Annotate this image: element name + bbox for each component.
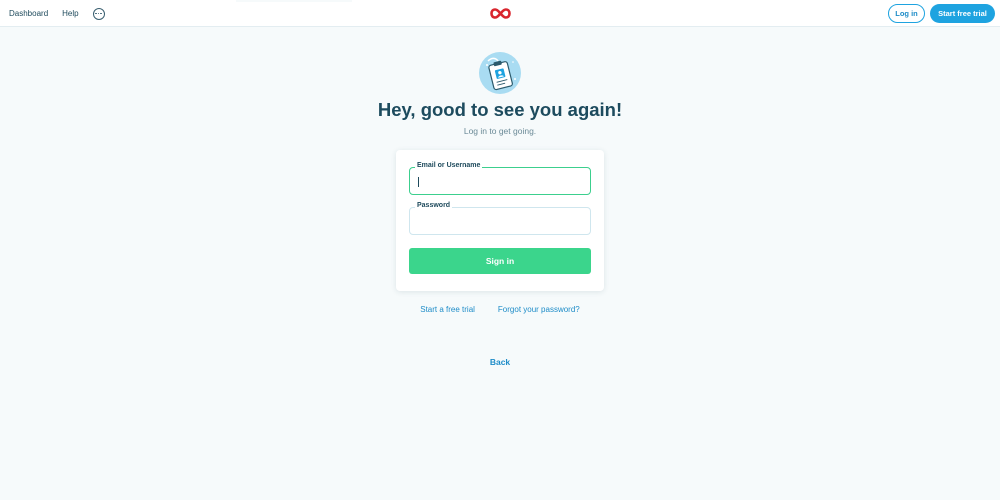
start-free-trial-button[interactable]: Start free trial xyxy=(930,4,995,23)
start-free-trial-link[interactable]: Start a free trial xyxy=(420,305,475,314)
more-dot xyxy=(95,12,97,15)
login-button[interactable]: Log in xyxy=(888,4,925,23)
id-badge-icon xyxy=(479,52,521,94)
login-form-card: Email or Username Password Sign in xyxy=(396,150,604,291)
back-container: Back xyxy=(0,357,1000,367)
auth-links: Start a free trial Forgot your password? xyxy=(0,305,1000,314)
password-field-label: Password xyxy=(415,202,453,209)
forgot-password-link[interactable]: Forgot your password? xyxy=(498,305,580,314)
more-dot xyxy=(100,12,102,15)
header-divider xyxy=(236,0,352,2)
password-field[interactable]: Password xyxy=(409,202,591,235)
sign-in-button[interactable]: Sign in xyxy=(409,248,591,274)
nav-help-link[interactable]: Help xyxy=(62,9,78,18)
more-horizontal-icon[interactable] xyxy=(92,7,105,20)
email-input[interactable] xyxy=(418,176,578,190)
page-title: Hey, good to see you again! xyxy=(377,99,623,120)
page-subtitle: Log in to get going. xyxy=(463,126,537,136)
top-navigation-bar: Dashboard Help Log in Start free trial xyxy=(0,0,1000,27)
nav-dashboard-link[interactable]: Dashboard xyxy=(9,9,48,18)
right-nav: Log in Start free trial xyxy=(888,4,995,23)
email-field[interactable]: Email or Username xyxy=(409,162,591,195)
left-nav: Dashboard Help xyxy=(9,0,105,27)
infinity-logo-icon[interactable] xyxy=(490,8,511,19)
email-field-label: Email or Username xyxy=(415,162,483,169)
more-dot xyxy=(97,12,100,15)
password-input[interactable] xyxy=(418,216,578,230)
back-link[interactable]: Back xyxy=(490,357,510,367)
